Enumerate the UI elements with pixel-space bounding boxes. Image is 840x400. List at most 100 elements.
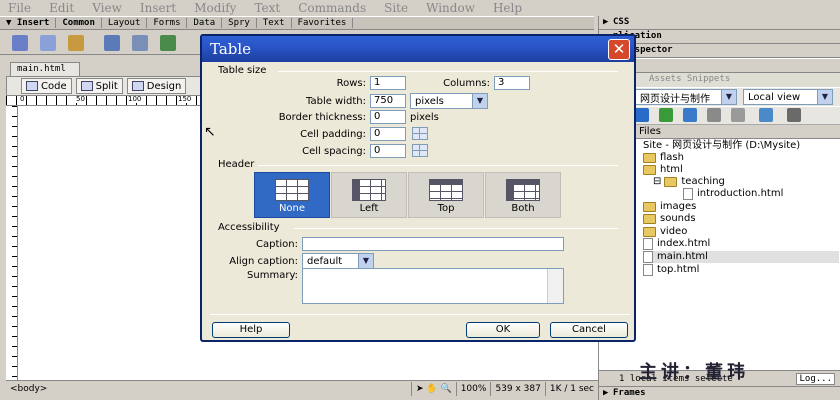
hyperlink-icon[interactable] — [12, 35, 28, 51]
design-view-button[interactable]: Design — [126, 78, 187, 94]
window-size[interactable]: 539 x 387 — [490, 381, 544, 396]
menu-insert[interactable]: Insert — [140, 1, 176, 15]
put-files-icon[interactable] — [683, 108, 697, 122]
expand-icon: ▶ — [603, 388, 609, 398]
code-view-button[interactable]: Code — [21, 78, 72, 94]
header-both-option[interactable]: Both — [485, 172, 561, 218]
cell-spacing-input[interactable]: 0 — [370, 144, 406, 158]
tree-file-main[interactable]: main.html — [643, 251, 839, 263]
divider — [258, 165, 618, 166]
close-button[interactable]: ✕ — [608, 39, 630, 60]
tree-folder-teaching[interactable]: ⊟ teaching — [653, 176, 725, 188]
check-out-icon[interactable] — [707, 108, 721, 122]
tree-folder-images[interactable]: images — [643, 201, 696, 213]
table-width-input[interactable]: 750 — [370, 94, 406, 108]
columns-input[interactable]: 3 — [494, 76, 530, 90]
width-unit-select[interactable]: pixels ▼ — [410, 93, 488, 109]
table-icon[interactable] — [104, 35, 120, 51]
tree-folder-html[interactable]: html — [643, 164, 683, 176]
select-tool-icon[interactable]: ➤ ✋ 🔍 — [411, 381, 456, 396]
vertical-ruler — [6, 106, 18, 380]
scrollbar[interactable] — [547, 269, 563, 303]
view-select[interactable]: Local view ▼ — [743, 89, 833, 105]
table-top-header-icon — [429, 179, 463, 201]
accessibility-group-label: Accessibility — [218, 222, 280, 233]
tab-data[interactable]: Data — [187, 18, 223, 28]
tree-folder-flash[interactable]: flash — [643, 152, 684, 164]
log-button[interactable]: Log... — [796, 372, 835, 385]
border-thickness-input[interactable]: 0 — [370, 110, 406, 124]
split-icon — [80, 81, 93, 91]
site-select[interactable]: 网页设计与制作 ▼ — [635, 89, 737, 105]
tab-favorites[interactable]: Favorites — [292, 18, 354, 28]
header-none-option[interactable]: None — [254, 172, 330, 218]
header-option-label: Left — [359, 203, 379, 214]
cell-padding-input[interactable]: 0 — [370, 127, 406, 141]
tab-forms[interactable]: Forms — [147, 18, 188, 28]
email-link-icon[interactable] — [40, 35, 56, 51]
tab-layout[interactable]: Layout — [102, 18, 148, 28]
tree-file-top[interactable]: top.html — [643, 264, 699, 276]
menu-help[interactable]: Help — [493, 1, 522, 15]
align-caption-value: default — [307, 255, 343, 267]
align-caption-select[interactable]: default ▼ — [302, 253, 374, 269]
menu-edit[interactable]: Edit — [49, 1, 74, 15]
header-option-label: Both — [511, 203, 535, 214]
html-file-icon — [683, 188, 693, 200]
image-icon[interactable] — [160, 35, 176, 51]
synchronize-icon[interactable] — [759, 108, 773, 122]
split-view-button[interactable]: Split — [75, 78, 123, 94]
help-button[interactable]: Help — [212, 322, 290, 338]
zoom-select[interactable]: 100% — [455, 381, 491, 396]
ok-button[interactable]: OK — [466, 322, 540, 338]
menu-text[interactable]: Text — [254, 1, 280, 15]
named-anchor-icon[interactable] — [68, 35, 84, 51]
menu-commands[interactable]: Commands — [298, 1, 366, 15]
tree-item-label: introduction.html — [697, 188, 784, 199]
header-top-option[interactable]: Top — [408, 172, 484, 218]
table-width-label: Table width: — [306, 96, 366, 107]
folder-icon — [643, 165, 656, 175]
check-in-icon[interactable] — [731, 108, 745, 122]
insert-bar: ▼ Insert Common Layout Forms Data Spry T… — [0, 16, 594, 30]
cancel-button[interactable]: Cancel — [550, 322, 628, 338]
design-icon — [131, 81, 144, 91]
frames-label: Frames — [613, 388, 646, 398]
folder-icon — [664, 177, 678, 187]
chevron-down-icon: ▼ — [817, 90, 832, 104]
div-icon[interactable] — [132, 35, 148, 51]
tree-site-root[interactable]: Site - 网页设计与制作 (D:\Mysite) — [643, 140, 800, 152]
tree-folder-video[interactable]: video — [643, 226, 687, 238]
tab-text[interactable]: Text — [257, 18, 292, 28]
expand-panel-icon[interactable] — [787, 108, 801, 122]
rows-input[interactable]: 1 — [370, 76, 406, 90]
tab-common[interactable]: Common — [56, 18, 102, 28]
menu-file[interactable]: File — [8, 1, 31, 15]
tab-spry[interactable]: Spry — [222, 18, 257, 28]
header-left-option[interactable]: Left — [331, 172, 407, 218]
folder-icon — [643, 214, 656, 224]
table-none-icon — [275, 179, 309, 201]
tree-file-index[interactable]: index.html — [643, 238, 710, 250]
menu-window[interactable]: Window — [426, 1, 475, 15]
collapse-icon[interactable]: ⊟ — [653, 176, 661, 188]
get-files-icon[interactable] — [659, 108, 673, 122]
dialog-title: Table — [210, 40, 252, 58]
cell-spacing-icon — [412, 144, 428, 157]
tag-selector[interactable]: <body> — [10, 384, 411, 394]
chevron-down-icon: ▼ — [721, 90, 736, 104]
cell-spacing-label: Cell spacing: — [302, 146, 366, 157]
divider — [278, 71, 618, 72]
frames-panel-header[interactable]: ▶ Frames — [599, 386, 840, 400]
caption-input[interactable] — [302, 237, 564, 251]
summary-textarea[interactable] — [302, 268, 564, 304]
refresh-icon[interactable] — [635, 108, 649, 122]
insert-bar-title[interactable]: ▼ Insert — [0, 18, 57, 28]
tree-folder-sounds[interactable]: sounds — [643, 213, 696, 225]
menu-site[interactable]: Site — [384, 1, 408, 15]
menu-modify[interactable]: Modify — [194, 1, 236, 15]
tree-file-introduction[interactable]: introduction.html — [683, 188, 783, 200]
menu-view[interactable]: View — [92, 1, 122, 15]
css-panel-header[interactable]: ▶ CSS — [599, 16, 840, 30]
document-tab[interactable]: main.html — [10, 62, 80, 76]
